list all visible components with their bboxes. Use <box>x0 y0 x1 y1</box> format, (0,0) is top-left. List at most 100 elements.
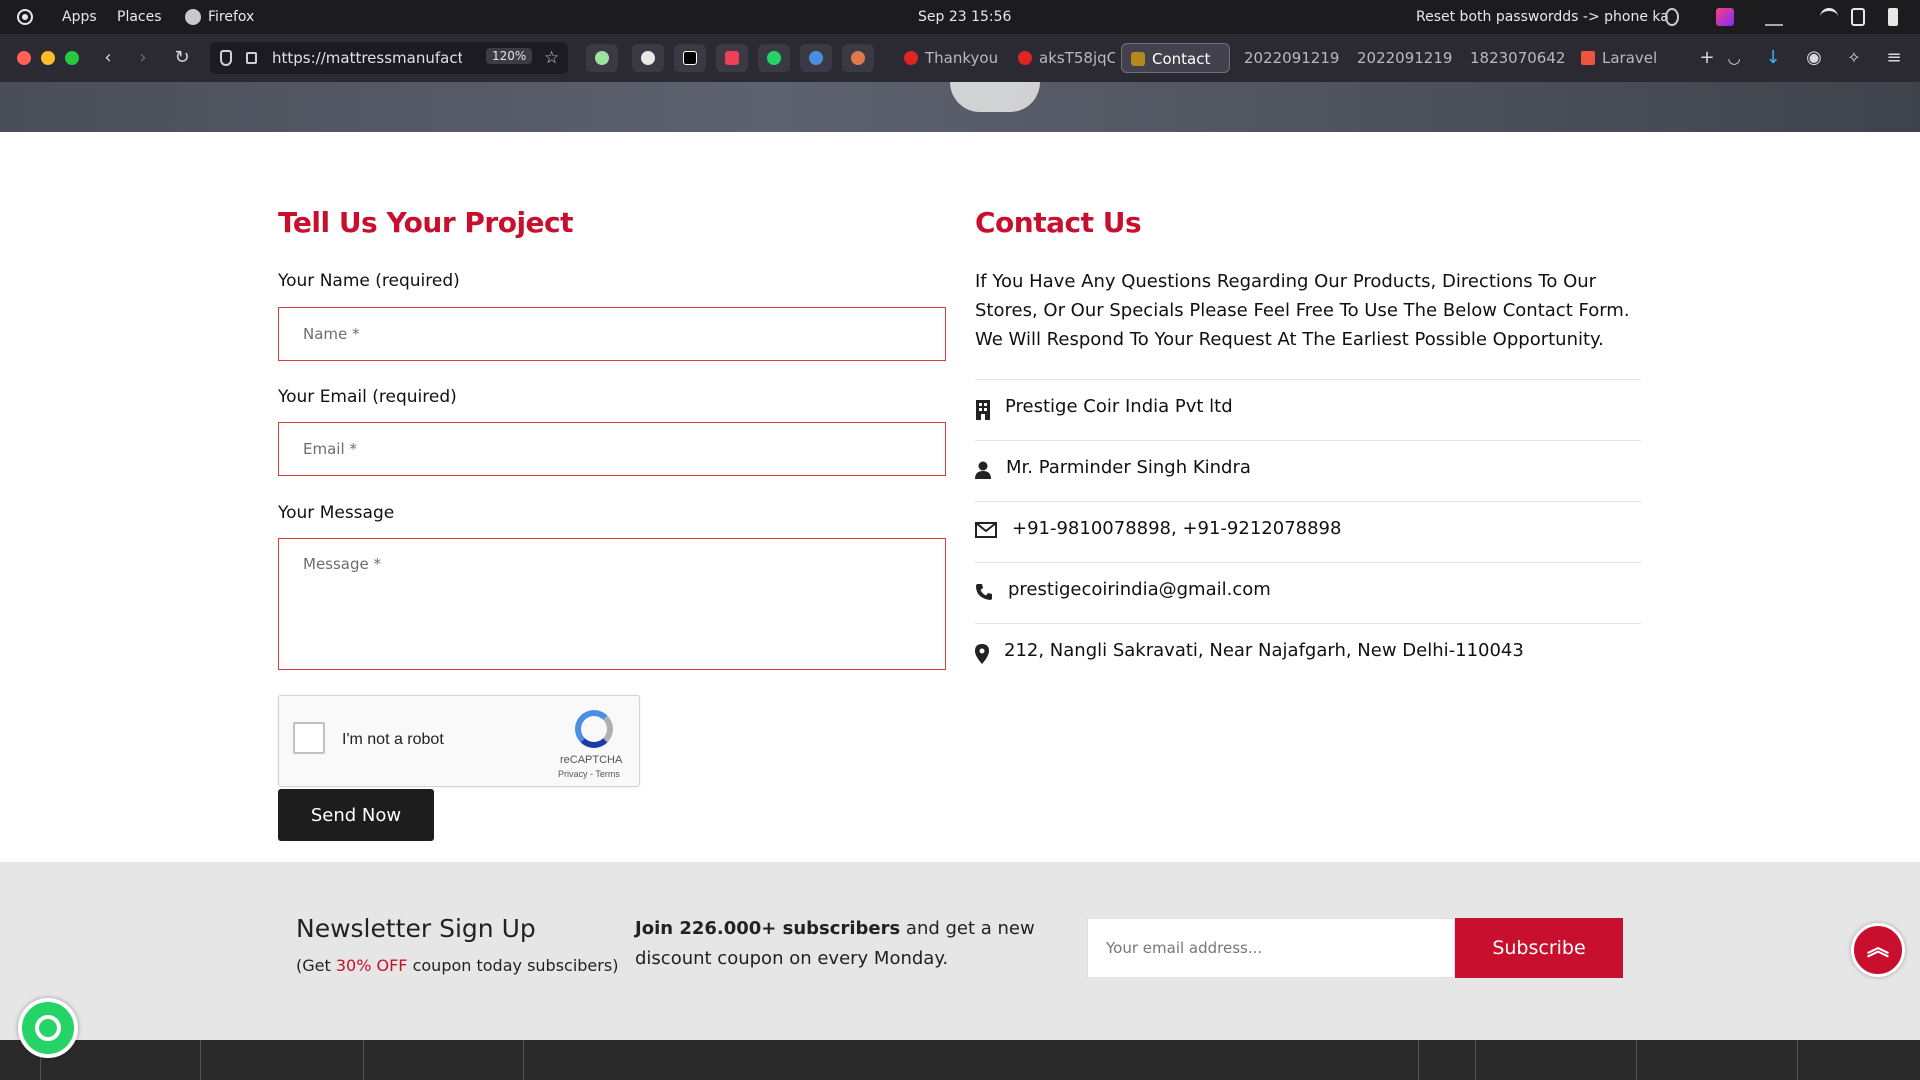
contact-company-row: Prestige Coir India Pvt ltd <box>975 379 1641 440</box>
tab-label: 20220912193 <box>1244 49 1340 67</box>
app-indicator-icon[interactable] <box>1716 8 1734 26</box>
tab-label: 18230706422 <box>1470 49 1566 67</box>
hero-banner-image <box>0 82 1920 132</box>
contact-person-row: Mr. Parminder Singh Kindra <box>975 440 1641 501</box>
p-logo-icon <box>683 51 697 65</box>
url-text[interactable]: https://mattressmanufactu <box>272 49 462 67</box>
tab-laravel[interactable]: Laravel <box>1572 43 1680 73</box>
captcha-checkbox[interactable] <box>293 722 325 754</box>
tab-label: Laravel <box>1602 49 1658 67</box>
close-window-button[interactable] <box>17 51 31 65</box>
sparkle-icon <box>851 51 865 65</box>
pinned-tab-audio[interactable] <box>586 44 618 72</box>
volume-muted-icon[interactable] <box>1851 8 1865 26</box>
account-icon[interactable]: ◉ <box>1802 46 1826 70</box>
back-icon[interactable]: ‹ <box>96 46 120 70</box>
whatsapp-chat-button[interactable] <box>18 998 78 1058</box>
apps-menu[interactable]: Apps <box>62 8 97 26</box>
newsletter-email-input[interactable] <box>1087 918 1455 978</box>
tab-image-1[interactable]: 20220912193 <box>1234 43 1340 73</box>
whatsapp-tab-icon <box>767 51 781 65</box>
message-label: Your Message <box>278 503 395 523</box>
email-field[interactable] <box>278 422 946 476</box>
scroll-to-top-button[interactable]: ︽ <box>1851 923 1905 977</box>
send-now-button[interactable]: Send Now <box>278 789 434 841</box>
pinned-tab-pocket[interactable] <box>716 44 748 72</box>
tab-image-2[interactable]: 20220912193 <box>1347 43 1453 73</box>
wifi-icon[interactable] <box>1820 8 1838 26</box>
newsletter-section: Newsletter Sign Up (Get 30% OFF coupon t… <box>0 862 1920 1040</box>
newsletter-subtitle: (Get 30% OFF coupon today subscibers) <box>296 956 618 975</box>
tab-favicon-icon <box>904 51 918 65</box>
footer-image-strip <box>0 1040 1920 1080</box>
speaker-icon <box>595 51 609 65</box>
captcha-label: I'm not a robot <box>342 731 444 748</box>
strip-divider <box>363 1040 364 1080</box>
tab-contact[interactable]: Contact <box>1121 43 1230 73</box>
tab-label: aksT58jqC <box>1039 49 1115 67</box>
address-bar[interactable]: https://mattressmanufactu 120% ☆ <box>210 42 568 74</box>
contact-phones-row: +91-9810078898, +91-9212078898 <box>975 501 1641 562</box>
discount-highlight: 30% OFF <box>335 956 408 975</box>
subtitle-suffix: coupon today subscibers) <box>407 956 619 975</box>
pinned-tab-openai[interactable] <box>632 44 664 72</box>
subtitle-prefix: (Get <box>296 956 336 975</box>
contact-address: 212, Nangli Sakravati, Near Najafgarh, N… <box>1004 640 1524 661</box>
browser-toolbar: ‹ › ↻ https://mattressmanufactu 120% ☆ T… <box>0 34 1920 82</box>
contact-email[interactable]: prestigecoirindia@gmail.com <box>1008 579 1271 600</box>
contact-intro-text: If You Have Any Questions Regarding Our … <box>975 271 1630 350</box>
lock-icon[interactable] <box>246 52 257 64</box>
reload-icon[interactable]: ↻ <box>170 46 194 70</box>
download-icon[interactable]: ↓ <box>1761 46 1785 70</box>
strip-divider <box>1797 1040 1798 1080</box>
clock[interactable]: Sep 23 15:56 <box>918 8 1011 26</box>
tab-akst58jqc[interactable]: aksT58jqC <box>1009 43 1115 73</box>
zoom-indicator[interactable]: 120% <box>486 48 533 64</box>
map-marker-icon <box>975 644 995 664</box>
user-icon <box>975 461 995 481</box>
envelope-icon <box>975 522 997 542</box>
tray-extension-icon[interactable] <box>1765 8 1783 26</box>
places-menu[interactable]: Places <box>117 8 162 26</box>
pinned-tab-p[interactable] <box>674 44 706 72</box>
subscriber-count: Join 226.000+ subscribers <box>635 918 901 939</box>
menu-icon[interactable]: ≡ <box>1882 46 1906 70</box>
app-tab-icon <box>809 51 823 65</box>
battery-icon[interactable] <box>1888 8 1898 26</box>
pocket-save-icon[interactable]: ◡ <box>1722 46 1746 70</box>
tab-image-3[interactable]: 18230706422 <box>1460 43 1566 73</box>
strip-divider <box>1418 1040 1419 1080</box>
bluetooth-icon[interactable] <box>1665 8 1679 26</box>
firefox-app-label[interactable]: Firefox <box>208 8 254 26</box>
maximize-window-button[interactable] <box>65 51 79 65</box>
tab-favicon-icon <box>1018 51 1032 65</box>
tracking-shield-icon[interactable] <box>220 50 232 66</box>
bookmark-star-icon[interactable]: ☆ <box>544 48 559 68</box>
extensions-icon[interactable]: ✧ <box>1842 46 1866 70</box>
tab-label: 20220912193 <box>1357 49 1453 67</box>
activities-icon[interactable] <box>17 9 33 25</box>
pinned-tab-claude[interactable] <box>842 44 874 72</box>
tab-favicon-icon <box>1131 52 1145 66</box>
subscribe-button[interactable]: Subscribe <box>1455 918 1623 978</box>
whatsapp-icon <box>35 1015 61 1041</box>
captcha-terms-link[interactable]: Privacy - Terms <box>558 769 620 779</box>
tab-thankyou[interactable]: Thankyou <box>895 43 1001 73</box>
new-tab-icon[interactable]: + <box>1695 46 1719 70</box>
newsletter-title: Newsletter Sign Up <box>296 914 536 943</box>
contact-heading: Contact Us <box>975 206 1142 239</box>
contact-email-row: prestigecoirindia@gmail.com <box>975 562 1641 623</box>
email-label: Your Email (required) <box>278 387 457 407</box>
forward-icon[interactable]: › <box>131 46 155 70</box>
pinned-tab-whatsapp[interactable] <box>758 44 790 72</box>
pocket-icon <box>725 51 739 65</box>
notification-text[interactable]: Reset both passwordds -> phone ka <box>1416 8 1669 26</box>
strip-divider <box>1636 1040 1637 1080</box>
pinned-tab-app[interactable] <box>800 44 832 72</box>
name-field[interactable] <box>278 307 946 361</box>
message-field[interactable] <box>278 538 946 670</box>
newsletter-pitch: Join 226.000+ subscribers and get a new … <box>635 914 1065 974</box>
minimize-window-button[interactable] <box>41 51 55 65</box>
strip-divider <box>523 1040 524 1080</box>
captcha-brand: reCAPTCHA <box>560 754 623 766</box>
